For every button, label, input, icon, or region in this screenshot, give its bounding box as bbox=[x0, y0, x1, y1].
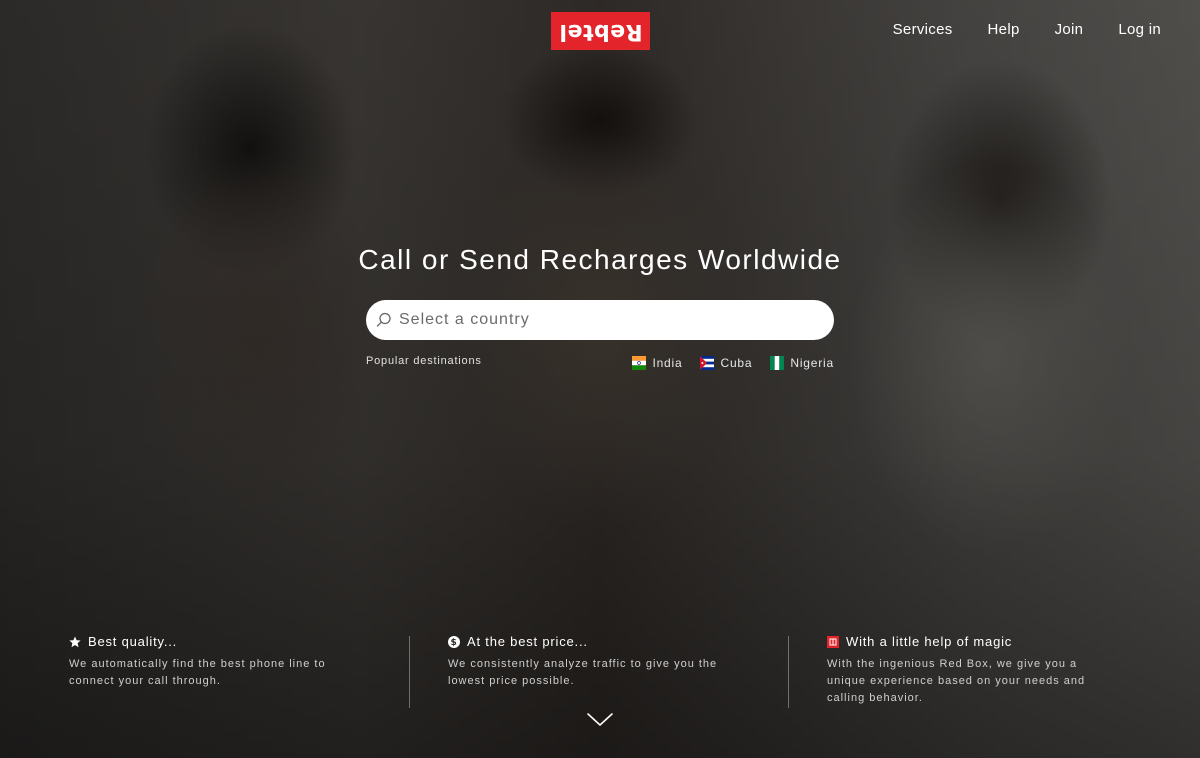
red-box-icon bbox=[827, 635, 839, 648]
destination-name: Cuba bbox=[720, 356, 753, 370]
nav-item-join[interactable]: Join bbox=[1055, 21, 1084, 38]
feature-description: We consistently analyze traffic to give … bbox=[448, 658, 718, 687]
nigeria-flag-icon bbox=[770, 356, 785, 370]
feature-divider bbox=[788, 636, 789, 708]
svg-text:$: $ bbox=[450, 638, 457, 648]
feature-divider bbox=[409, 636, 410, 708]
nav-item-services[interactable]: Services bbox=[893, 21, 953, 38]
nav-item-log-in[interactable]: Log in bbox=[1118, 21, 1161, 38]
feature-description: We automatically find the best phone lin… bbox=[69, 658, 326, 687]
feature-best-quality: Best quality... We automatically find th… bbox=[69, 634, 359, 690]
search-icon bbox=[376, 312, 391, 327]
feature-title: Best quality... bbox=[88, 634, 178, 649]
star-icon bbox=[69, 636, 81, 647]
top-navigation: Services Help Join Log in bbox=[893, 21, 1161, 38]
dollar-icon: $ bbox=[448, 635, 460, 648]
india-flag-icon bbox=[632, 356, 647, 370]
feature-title: At the best price... bbox=[467, 634, 588, 649]
features-section: Best quality... We automatically find th… bbox=[0, 634, 1200, 710]
feature-description: With the ingenious Red Box, we give you … bbox=[827, 658, 1086, 704]
destination-cuba[interactable]: Cuba bbox=[700, 356, 752, 370]
feature-magic: With a little help of magic With the ing… bbox=[827, 634, 1117, 707]
popular-destinations-label: Popular destinations bbox=[366, 355, 482, 367]
popular-destinations-list: India Cuba Nigeria bbox=[632, 356, 834, 370]
destination-name: India bbox=[652, 356, 683, 370]
rebtel-logo[interactable]: Rebtel bbox=[551, 12, 650, 50]
chevron-down-icon[interactable] bbox=[586, 710, 614, 730]
country-search-input[interactable] bbox=[399, 311, 819, 329]
destination-name: Nigeria bbox=[790, 356, 834, 370]
destination-india[interactable]: India bbox=[632, 356, 682, 370]
cuba-flag-icon bbox=[700, 356, 715, 370]
logo-text: Rebtel bbox=[558, 18, 643, 44]
hero-headline: Call or Send Recharges Worldwide bbox=[358, 244, 842, 275]
destination-nigeria[interactable]: Nigeria bbox=[770, 356, 834, 370]
feature-best-price: $ At the best price... We consistently a… bbox=[448, 634, 738, 690]
feature-title: With a little help of magic bbox=[846, 634, 1013, 649]
country-search-box[interactable] bbox=[366, 300, 834, 340]
nav-item-help[interactable]: Help bbox=[988, 21, 1020, 38]
